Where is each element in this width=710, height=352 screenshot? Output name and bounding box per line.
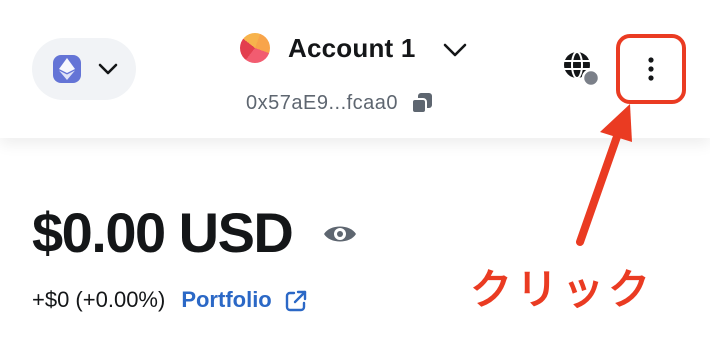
- annotation-label: クリック: [470, 266, 655, 313]
